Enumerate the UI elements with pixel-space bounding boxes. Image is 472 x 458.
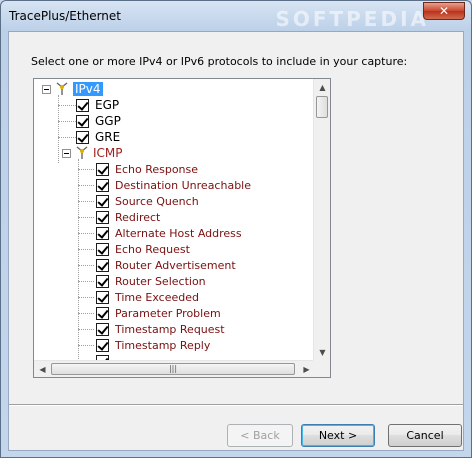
tree-node-label: ICMP	[93, 146, 123, 160]
checkbox[interactable]	[96, 322, 109, 336]
horizontal-scroll-thumb[interactable]: |||	[51, 363, 295, 375]
checkbox[interactable]	[96, 162, 109, 176]
tree-item-icmp-type[interactable]: Router Advertisement	[96, 257, 236, 273]
scroll-left-arrow[interactable]: ◀	[34, 361, 51, 377]
tree-item-gre[interactable]: GRE	[76, 129, 120, 145]
tree-guide-line	[78, 281, 94, 282]
scroll-up-arrow[interactable]: ▲	[314, 79, 330, 96]
tree-guide-line	[78, 217, 94, 218]
vertical-scroll-thumb[interactable]	[316, 96, 328, 118]
tree-guide-line	[58, 137, 76, 138]
tree-item-label: Router Advertisement	[115, 258, 236, 272]
tree-item-label: Timestamp Request	[115, 322, 225, 336]
title-bar[interactable]: TracePlus/Ethernet SOFTPEDIA ✕	[1, 1, 471, 31]
scroll-down-arrow[interactable]: ▼	[314, 344, 330, 361]
tree-item-icmp-type[interactable]: Source Quench	[96, 193, 199, 209]
tree-item-icmp-type[interactable]: Destination Unreachable	[96, 177, 251, 193]
checkbox[interactable]	[96, 178, 109, 192]
tree-item-label: GRE	[95, 130, 121, 144]
checkbox[interactable]	[96, 226, 109, 240]
tree-item-label: Router Selection	[115, 274, 206, 288]
tree-item-label: Destination Unreachable	[115, 178, 251, 192]
tree-guide-line	[78, 159, 79, 361]
tree-guide-line	[78, 233, 94, 234]
tree-item-icmp-type[interactable]: Echo Response	[96, 161, 198, 177]
tree-item-icmp-type[interactable]: Redirect	[96, 209, 160, 225]
cancel-button[interactable]: Cancel	[388, 424, 462, 447]
dialog-window: TracePlus/Ethernet SOFTPEDIA ✕ Select on…	[0, 0, 472, 458]
window-title: TracePlus/Ethernet	[9, 9, 121, 23]
collapse-toggle-icon[interactable]	[62, 148, 71, 158]
tree-node-icmp[interactable]: ICMP	[62, 145, 123, 161]
tree-guide-line	[78, 329, 94, 330]
tree-node-label: IPv4	[73, 82, 103, 96]
checkbox[interactable]	[76, 98, 89, 112]
tree-item-ggp[interactable]: GGP	[76, 113, 121, 129]
checkbox[interactable]	[96, 274, 109, 288]
tree-item-label: Alternate Host Address	[115, 226, 242, 240]
tree-item-label: Time Exceeded	[115, 290, 199, 304]
tree-item-icmp-type[interactable]: Alternate Host Address	[96, 225, 242, 241]
checkbox[interactable]	[96, 242, 109, 256]
tree-item-icmp-type[interactable]: Timestamp Request	[96, 321, 225, 337]
checkbox[interactable]	[96, 210, 109, 224]
horizontal-scrollbar[interactable]: ◀ ||| ▶	[34, 360, 315, 377]
tree-item-icmp-type[interactable]: Router Selection	[96, 273, 206, 289]
tree-guide-line	[78, 345, 94, 346]
checkbox[interactable]	[96, 194, 109, 208]
tree-guide-line	[58, 121, 76, 122]
scrollbar-corner	[313, 360, 330, 377]
tree-item-icmp-type[interactable]: Time Exceeded	[96, 289, 199, 305]
next-button[interactable]: Next >	[301, 424, 375, 447]
tree-guide-line	[78, 265, 94, 266]
tree-item-label: EGP	[95, 98, 120, 112]
instruction-text: Select one or more IPv4 or IPv6 protocol…	[31, 55, 408, 68]
tree-item-label: Echo Request	[115, 242, 190, 256]
tree-guide-line	[78, 249, 94, 250]
tree-guide-line	[78, 313, 94, 314]
tree-guide-line	[78, 297, 94, 298]
tree-item-label: Timestamp Reply	[115, 338, 211, 352]
tree-item-icmp-type[interactable]: Parameter Problem	[96, 305, 221, 321]
back-button[interactable]: < Back	[227, 424, 293, 447]
checkbox[interactable]	[96, 290, 109, 304]
tree-item-egp[interactable]: EGP	[76, 97, 119, 113]
checkbox[interactable]	[96, 258, 109, 272]
protocol-node-icon	[75, 146, 89, 160]
collapse-toggle-icon[interactable]	[42, 84, 51, 94]
checkbox[interactable]	[96, 306, 109, 320]
tree-node-ipv4[interactable]: IPv4	[42, 81, 103, 97]
tree-guide-line	[78, 185, 94, 186]
dialog-client-area: Select one or more IPv4 or IPv6 protocol…	[8, 31, 464, 451]
tree-item-label: Parameter Problem	[115, 306, 221, 320]
tree-item-label: Redirect	[115, 210, 161, 224]
checkbox[interactable]	[76, 114, 89, 128]
tree-guide-line	[78, 169, 94, 170]
tree-item-label: GGP	[95, 114, 121, 128]
tree-item-icmp-type[interactable]: Timestamp Reply	[96, 337, 210, 353]
protocol-node-icon	[55, 82, 69, 96]
tree-guide-line	[78, 201, 94, 202]
vertical-scrollbar[interactable]: ▲ ▼	[313, 79, 330, 361]
tree-guide-line	[58, 105, 76, 106]
checkbox[interactable]	[96, 338, 109, 352]
checkbox[interactable]	[76, 130, 89, 144]
tree-item-label: Echo Response	[115, 162, 199, 176]
close-button[interactable]: ✕	[423, 2, 465, 20]
protocol-tree[interactable]: IPv4 EGP GGP GRE ICMP Echo Response Destinatio…	[33, 78, 331, 378]
tree-viewport: IPv4 EGP GGP GRE ICMP Echo Response Destinatio…	[34, 79, 306, 361]
tree-item-icmp-type[interactable]: Echo Request	[96, 241, 190, 257]
tree-item-label: Source Quench	[115, 194, 199, 208]
watermark: SOFTPEDIA	[275, 7, 429, 31]
button-separator	[9, 404, 463, 406]
